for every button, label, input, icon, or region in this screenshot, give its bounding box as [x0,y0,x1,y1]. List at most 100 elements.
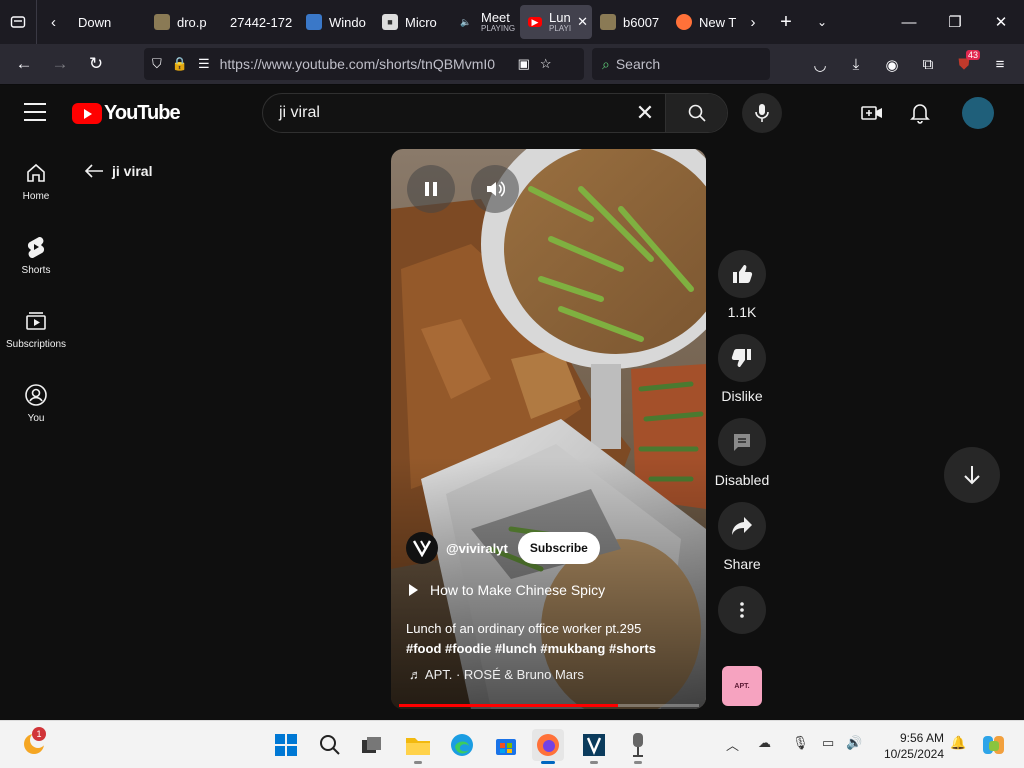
edge-button[interactable] [446,729,478,761]
tab-3[interactable]: Windo [298,5,374,39]
notifications-bell-icon[interactable] [908,101,932,125]
shorts-icon [27,236,45,259]
file-explorer-button[interactable] [402,729,434,764]
tab-7[interactable]: b6007 [592,5,668,39]
guide-label: Shorts [21,265,51,276]
comments-action[interactable]: Disabled [712,418,772,488]
clock[interactable]: 9:56 AM 10/25/2024 [868,730,944,762]
minimize-icon[interactable]: — [886,0,932,44]
show-hidden-icons[interactable]: ︿ [726,735,739,754]
windows-icon [306,14,322,30]
search-taskbar-button[interactable] [314,729,346,761]
dislike-action[interactable]: Dislike [712,334,772,404]
tab-4[interactable]: ■ Micro [374,5,450,39]
task-view-button[interactable] [356,729,388,761]
volume-tray-icon[interactable]: 🔊 [846,735,862,751]
reader-view-icon[interactable]: ▣ [518,56,530,72]
hashtags[interactable]: #food #foodie #lunch #mukbang #shorts [406,639,656,659]
start-button[interactable] [270,729,302,761]
restore-icon[interactable]: ❐ [932,0,978,44]
related-video-link[interactable]: How to Make Chinese Spicy [409,582,605,598]
close-tab-icon[interactable]: ✕ [577,14,588,30]
music-link[interactable]: ♬ APT. · ROSÉ & Bruno Mars [409,667,584,682]
music-thumbnail[interactable]: APT. [722,666,762,706]
guide-menu-icon[interactable] [24,103,46,121]
url-bar[interactable]: ⛉ 🔒 ☰ https://www.youtube.com/shorts/tnQ… [144,48,584,80]
more-options-button[interactable] [718,586,766,634]
notification-badge: 1 [32,727,46,741]
clear-search-icon[interactable]: ✕ [625,100,665,126]
new-tab-icon[interactable]: + [768,0,804,44]
close-window-icon[interactable]: ✕ [978,0,1024,44]
extensions-icon[interactable]: ⧉ [910,56,946,73]
guide-item-you[interactable]: You [0,363,72,437]
tabs-scroll-left-icon[interactable]: ‹ [36,0,70,44]
back-label: ji viral [112,163,153,179]
volume-button[interactable] [471,165,519,213]
search-placeholder: Search [615,56,661,72]
like-action[interactable]: 1.1K [712,250,772,320]
copilot-button[interactable] [978,729,1010,761]
shield-icon[interactable]: ⛉ [152,56,162,72]
account-icon[interactable]: ◉ [874,56,910,74]
ublock-icon[interactable]: ⛊ 43 [946,50,982,73]
tab-list-icon[interactable] [0,0,36,44]
subscribe-button[interactable]: Subscribe [517,532,600,564]
app-v-button[interactable] [578,729,610,764]
browser-search-bar[interactable]: ⌕ Search [592,48,770,80]
list-all-tabs-icon[interactable]: ⌄ [804,0,840,44]
comments-button[interactable] [718,418,766,466]
youtube-logo[interactable]: YouTube [72,102,181,125]
guide-item-shorts[interactable]: Shorts [0,215,72,289]
tabs-scroll-right-icon[interactable]: › [738,0,768,44]
short-video-player[interactable]: @viviralyt Subscribe How to Make Chinese… [391,149,706,709]
pause-button[interactable] [407,165,455,213]
tab-5[interactable]: 🔈 Meet PLAYING [450,5,520,39]
next-short-button[interactable] [944,447,1000,503]
share-action[interactable]: Share [712,502,772,572]
dislike-button[interactable] [718,334,766,382]
display-tray-icon[interactable]: ▭ [822,735,834,751]
cloud-off-icon[interactable]: ☁ [758,735,771,751]
reload-icon[interactable]: ↻ [78,46,114,82]
pocket-icon[interactable]: ◡ [802,56,838,74]
notifications-tray-icon[interactable]: 🔔 [950,735,966,751]
bookmark-star-icon[interactable]: ☆ [540,56,552,72]
recorder-button[interactable] [622,729,654,764]
progress-bar[interactable] [399,704,699,707]
guide-item-home[interactable]: Home [0,141,72,215]
tab-6-active[interactable]: ▶ Lun PLAYI ✕ [520,5,592,39]
copilot-icon [983,736,1004,754]
back-to-search[interactable]: ji viral [84,163,152,179]
more-action[interactable] [712,586,772,634]
lock-icon[interactable]: 🔒 [172,56,188,72]
search-button[interactable] [665,94,727,132]
like-button[interactable] [718,250,766,298]
menu-icon[interactable]: ≡ [982,56,1018,73]
share-button[interactable] [718,502,766,550]
youtube-play-icon [72,103,102,124]
windows-start-icon [275,734,297,756]
home-icon [27,163,45,182]
guide-item-subscriptions[interactable]: Subscriptions [0,289,72,363]
avatar[interactable] [962,97,994,129]
tab-8[interactable]: New T [668,5,738,39]
microphone-tray-icon[interactable]: 🎙 [792,735,809,751]
folder-icon [406,738,430,755]
channel-name[interactable]: @viviralyt [446,541,508,556]
tab-1[interactable]: dro.p [146,5,222,39]
firefox-button[interactable] [532,729,564,764]
voice-search-button[interactable] [742,93,782,133]
weather-widget[interactable]: 1 [18,727,50,759]
search-input[interactable]: ji viral [263,104,625,122]
downloads-icon[interactable]: ⤓ [838,56,874,73]
store-button[interactable] [490,729,522,761]
back-icon[interactable]: ← [6,46,42,82]
pause-icon [425,182,437,196]
forward-icon[interactable]: → [42,46,78,82]
create-video-icon[interactable] [860,101,884,125]
permissions-icon[interactable]: ☰ [198,56,210,72]
channel-avatar[interactable] [406,532,438,564]
tab-0[interactable]: Down [70,5,146,39]
tab-2[interactable]: 27442-172 [222,5,298,39]
